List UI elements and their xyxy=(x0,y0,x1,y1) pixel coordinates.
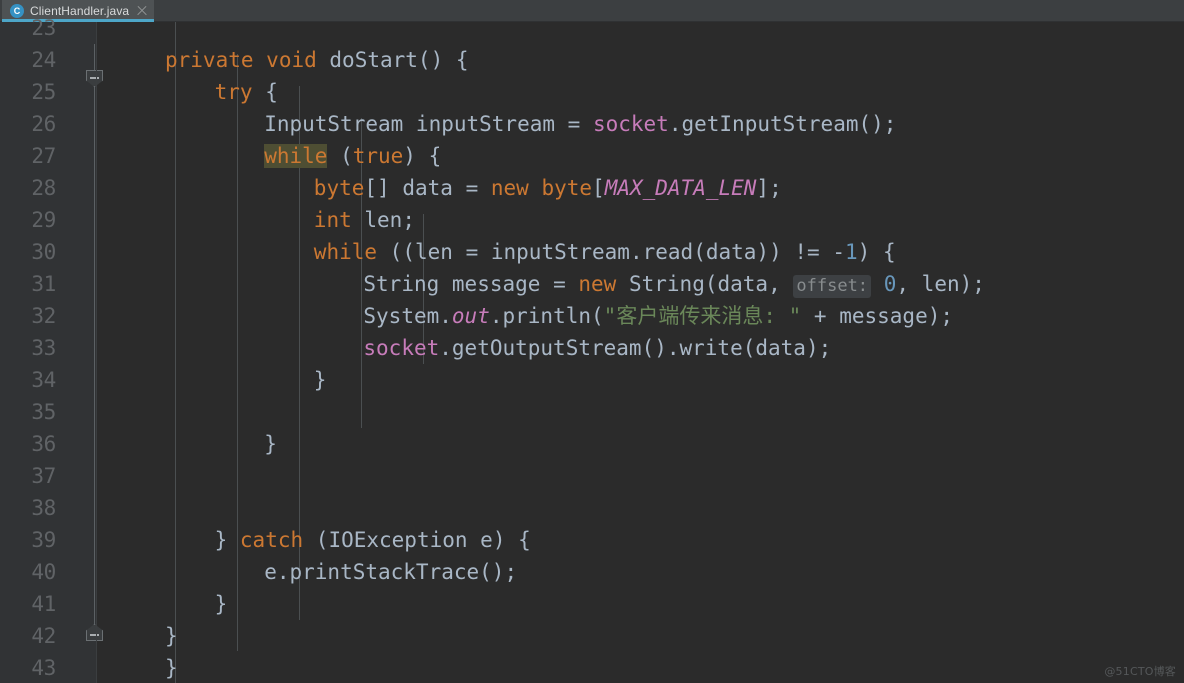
line-number: 26 xyxy=(0,108,56,140)
code-line[interactable] xyxy=(165,396,178,428)
code-area[interactable]: private void doStart() {try {InputStream… xyxy=(97,22,1184,683)
line-number: 42 xyxy=(0,620,56,652)
fold-region-line xyxy=(94,44,95,640)
line-number: 32 xyxy=(0,300,56,332)
line-number: 23 xyxy=(0,12,56,44)
code-line[interactable]: } xyxy=(264,428,277,460)
line-number: 43 xyxy=(0,652,56,683)
inlay-hint-offset: offset: xyxy=(793,275,871,298)
code-line[interactable]: InputStream inputStream = socket.getInpu… xyxy=(264,108,896,140)
close-icon[interactable] xyxy=(136,5,148,17)
code-line[interactable]: byte[] data = new byte[MAX_DATA_LEN]; xyxy=(314,172,782,204)
watermark: @51CTO博客 xyxy=(1104,663,1176,679)
line-number: 40 xyxy=(0,556,56,588)
code-line[interactable]: while (true) { xyxy=(264,140,441,172)
line-number: 33 xyxy=(0,332,56,364)
code-line[interactable]: } xyxy=(165,652,178,683)
editor-tab-bar: C ClientHandler.java xyxy=(0,0,1184,22)
line-number: 25 xyxy=(0,76,56,108)
code-line[interactable] xyxy=(165,492,178,524)
code-line[interactable]: String message = new String(data, offset… xyxy=(363,268,985,300)
code-line[interactable]: } xyxy=(165,620,178,652)
line-number: 36 xyxy=(0,428,56,460)
line-number: 35 xyxy=(0,396,56,428)
line-number: 37 xyxy=(0,460,56,492)
line-number: 39 xyxy=(0,524,56,556)
code-line[interactable]: } catch (IOException e) { xyxy=(215,524,531,556)
code-line[interactable] xyxy=(165,22,178,44)
line-number: 28 xyxy=(0,172,56,204)
line-number: 27 xyxy=(0,140,56,172)
indent-guide-1 xyxy=(175,22,176,683)
indent-guide-2 xyxy=(237,54,238,651)
editor-gutter[interactable]: 2324252627282930313233343536373839404142… xyxy=(0,22,96,683)
code-line[interactable]: System.out.println("客户端传来消息: " + message… xyxy=(363,300,953,332)
code-editor[interactable]: 2324252627282930313233343536373839404142… xyxy=(0,22,1184,683)
code-line[interactable]: e.printStackTrace(); xyxy=(264,556,517,588)
line-number: 30 xyxy=(0,236,56,268)
line-number: 34 xyxy=(0,364,56,396)
ide-editor-window: C ClientHandler.java 2324252627282930313… xyxy=(0,0,1184,683)
code-line[interactable]: while ((len = inputStream.read(data)) !=… xyxy=(314,236,896,268)
code-line[interactable]: private void doStart() { xyxy=(165,44,469,76)
code-line[interactable]: socket.getOutputStream().write(data); xyxy=(363,332,831,364)
line-number: 41 xyxy=(0,588,56,620)
code-line[interactable]: int len; xyxy=(314,204,415,236)
code-line[interactable]: } xyxy=(314,364,327,396)
code-line[interactable]: } xyxy=(215,588,228,620)
line-number: 24 xyxy=(0,44,56,76)
line-number: 31 xyxy=(0,268,56,300)
code-line[interactable]: try { xyxy=(215,76,278,108)
code-line[interactable] xyxy=(165,460,178,492)
line-number: 38 xyxy=(0,492,56,524)
line-number: 29 xyxy=(0,204,56,236)
